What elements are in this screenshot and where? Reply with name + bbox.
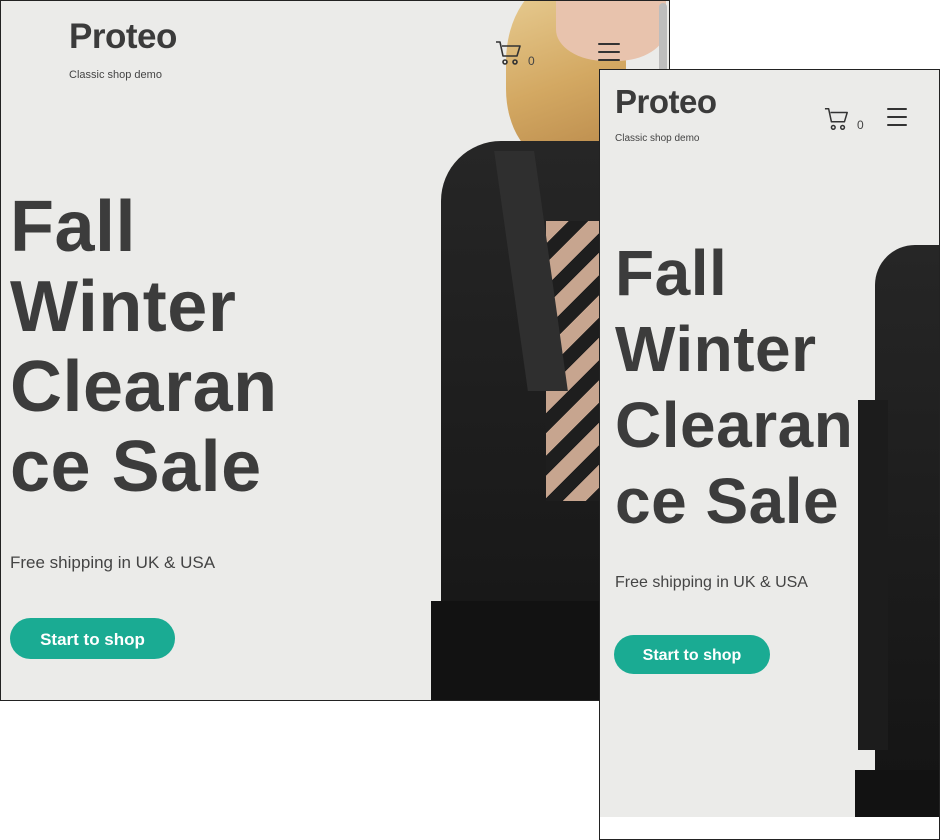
site-tagline: Classic shop demo: [69, 69, 162, 81]
tablet-viewport: Proteo Classic shop demo 0 Fall Winter C…: [0, 0, 670, 701]
hamburger-menu-icon[interactable]: [887, 108, 907, 132]
headline-line: Winter: [615, 313, 817, 385]
headline-line: Clearan: [615, 389, 854, 461]
hero-subtitle: Free shipping in UK & USA: [10, 553, 216, 572]
headline-line: Winter: [10, 267, 237, 347]
hero-headline: Fall Winter Clearan ce Sale: [10, 187, 278, 507]
mobile-viewport: Proteo Classic shop demo 0 Fall Winter C…: [599, 69, 940, 840]
shopping-cart-icon: [496, 41, 521, 65]
site-tagline: Classic shop demo: [615, 133, 700, 144]
shopping-cart-icon: [824, 108, 848, 130]
hamburger-menu-icon[interactable]: [598, 43, 620, 67]
site-logo[interactable]: Proteo: [69, 17, 177, 57]
headline-line: ce Sale: [10, 427, 262, 507]
headline-line: Fall: [615, 237, 728, 309]
site-logo[interactable]: Proteo: [615, 83, 717, 121]
cart-count-badge: 0: [857, 118, 864, 132]
headline-line: Fall: [10, 187, 137, 267]
page-bottom-edge: [600, 817, 939, 839]
headline-line: Clearan: [10, 347, 278, 427]
cart-button[interactable]: [495, 39, 523, 72]
start-to-shop-button[interactable]: Start to shop: [614, 635, 770, 674]
hero-headline: Fall Winter Clearan ce Sale: [615, 235, 853, 539]
cart-count-badge: 0: [528, 54, 535, 68]
start-to-shop-button[interactable]: Start to shop: [10, 618, 175, 659]
scrollbar[interactable]: [659, 3, 667, 73]
hero-subtitle: Free shipping in UK & USA: [615, 574, 808, 591]
headline-line: ce Sale: [615, 465, 840, 537]
cart-button[interactable]: [824, 106, 850, 137]
